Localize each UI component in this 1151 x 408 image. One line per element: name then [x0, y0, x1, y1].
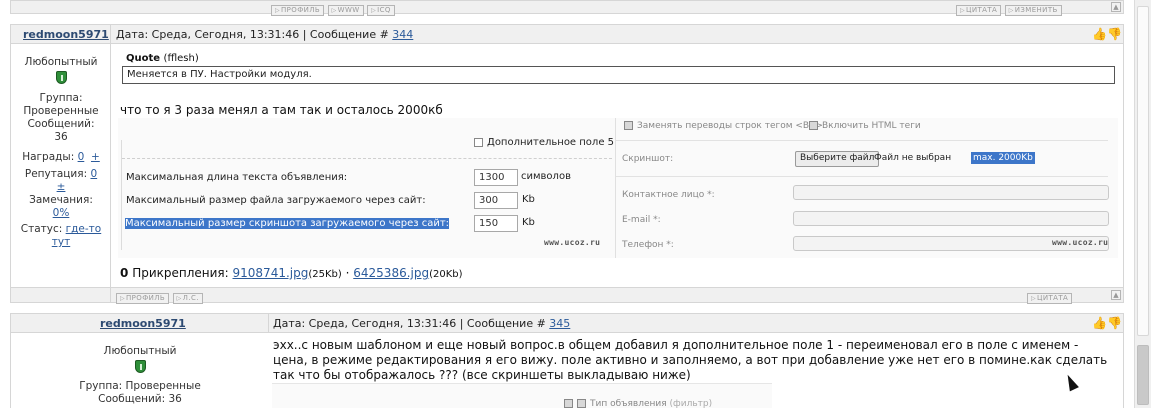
choose-file-button[interactable]: Выберите файл: [795, 151, 880, 167]
screenshot-label: Скриншот:: [622, 154, 674, 164]
mid-toolbar-left-buttons: ▷ПРОФИЛЬ ▷Л.С.: [116, 290, 203, 304]
max-size-note: max. 2000Kb: [971, 152, 1035, 164]
post2-embedded-peek: Тип объявления (фильтр): [272, 383, 772, 408]
top-toolbar-left-buttons: ▷ПРОФИЛЬ ▷WWW ▷ICQ: [271, 2, 395, 16]
extra-field-checkbox[interactable]: [474, 137, 483, 147]
max-file-unit: Kb: [522, 194, 535, 205]
quote-button[interactable]: ▷ЦИТАТА: [956, 5, 1002, 16]
post2-username[interactable]: redmoon5971: [100, 317, 186, 330]
max-screenshot-input[interactable]: 150: [474, 215, 518, 232]
html-checkbox[interactable]: [809, 121, 818, 130]
post1-meta: Дата: Среда, Сегодня, 13:31:46 | Сообщен…: [116, 28, 414, 41]
embedded-screenshot: Дополнительное поле 5 Максимальная длина…: [118, 118, 1118, 258]
max-file-label: Максимальный размер файла загружаемого ч…: [126, 195, 426, 206]
email-label: E-mail *:: [622, 215, 661, 225]
extra-field-5: Дополнительное поле 5: [474, 137, 614, 148]
contact-input[interactable]: [793, 185, 1109, 200]
quote-header: Quote (fflesh): [126, 53, 199, 64]
thumb-up-icon[interactable]: 👍: [1092, 27, 1107, 41]
post1-rate-icons: 👍👎: [1092, 27, 1122, 41]
post1-user-info: Любопытный Группа: Проверенные Сообщений…: [12, 56, 110, 249]
body-divider: [110, 44, 111, 287]
thumb-down-icon[interactable]: 👎: [1107, 316, 1122, 330]
quote-box: Меняется в ПУ. Настройки модуля.: [122, 66, 1115, 84]
post1-username[interactable]: redmoon5971: [23, 28, 109, 41]
user-rank: Любопытный: [103, 345, 177, 357]
rank-shield-icon: [134, 360, 146, 373]
post2-user-info: Любопытный Группа: Проверенные Сообщений…: [12, 345, 268, 406]
profile-button[interactable]: ▷ПРОФИЛЬ: [271, 5, 325, 16]
scrollbar-thumb[interactable]: [1137, 345, 1149, 405]
watermark-right: www.ucoz.ru: [1052, 238, 1109, 247]
peek-checkbox-2[interactable]: [577, 399, 586, 408]
edit-button[interactable]: ▷ИЗМЕНИТЬ: [1004, 5, 1062, 16]
add-award-link[interactable]: +: [91, 151, 100, 163]
www-button[interactable]: ▷WWW: [327, 5, 364, 16]
max-length-unit: символов: [521, 171, 571, 182]
peek-row: Тип объявления (фильтр): [564, 399, 712, 408]
remarks-link[interactable]: 0%: [53, 207, 70, 219]
page-scrollbar[interactable]: [1134, 0, 1151, 408]
email-input[interactable]: [793, 211, 1109, 226]
phone-label: Телефон *:: [622, 240, 674, 250]
contact-label: Контактное лицо *:: [622, 190, 715, 200]
paperclip-icon: 0: [120, 266, 129, 280]
html-option: Включить HTML теги: [809, 121, 921, 131]
watermark-left: www.ucoz.ru: [544, 238, 601, 247]
max-screenshot-unit: Kb: [522, 217, 535, 228]
max-file-input[interactable]: 300: [474, 192, 518, 209]
top-toolbar-right-buttons: ▷ЦИТАТА ▷ИЗМЕНИТЬ: [956, 2, 1062, 16]
thumb-up-icon[interactable]: 👍: [1092, 316, 1107, 330]
reputation-change-link[interactable]: ±: [57, 181, 66, 193]
br-option: Заменять переводы строк тегом <BR>: [624, 121, 823, 131]
mid-toolbar-right-buttons: ▷ЦИТАТА: [1027, 290, 1073, 304]
br-checkbox[interactable]: [624, 121, 633, 130]
max-screenshot-label: Максимальный размер скриншота загружаемо…: [125, 218, 450, 229]
max-length-label: Максимальная длина текста объявления:: [126, 172, 348, 183]
icq-button[interactable]: ▷ICQ: [367, 5, 395, 16]
rank-shield-icon: [55, 71, 67, 84]
post2-meta: Дата: Среда, Сегодня, 13:31:46 | Сообщен…: [273, 317, 571, 330]
attachment-link-2[interactable]: 6425386.jpg: [353, 266, 429, 280]
pm-button[interactable]: ▷Л.С.: [172, 293, 203, 304]
scroll-top-icon[interactable]: ▲: [1111, 2, 1121, 12]
user-rank: Любопытный: [24, 56, 98, 68]
quote-button[interactable]: ▷ЦИТАТА: [1027, 293, 1073, 304]
post1-number-link[interactable]: 344: [392, 28, 413, 41]
post2-rate-icons: 👍👎: [1092, 316, 1122, 330]
scroll-top-icon[interactable]: ▲: [1111, 290, 1121, 300]
thumb-down-icon[interactable]: 👎: [1107, 27, 1122, 41]
profile-button[interactable]: ▷ПРОФИЛЬ: [116, 293, 170, 304]
post2-number-link[interactable]: 345: [549, 317, 570, 330]
max-length-input[interactable]: 1300: [474, 169, 518, 186]
post1-attachments: 0 Прикрепления: 9108741.jpg(25Kb) · 6425…: [120, 266, 463, 280]
peek-checkbox[interactable]: [564, 399, 573, 408]
post2-body-text: эхх..с новым шаблоном и еще новый вопрос…: [273, 338, 1108, 382]
awards-link[interactable]: 0: [78, 151, 85, 163]
header-divider: [110, 24, 111, 44]
no-file-text: Файл не выбран: [874, 153, 952, 163]
toolbar-divider: [110, 287, 111, 303]
scrollbar-track-upper[interactable]: [1137, 6, 1149, 336]
reputation-link[interactable]: 0: [90, 168, 97, 180]
attachment-link-1[interactable]: 9108741.jpg: [233, 266, 309, 280]
post1-body-text: что то я 3 раза менял а там так и остало…: [120, 103, 443, 117]
